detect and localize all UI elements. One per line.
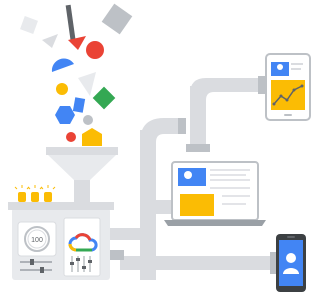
gray-bar-shape — [65, 4, 76, 42]
gray-triangle-shape — [42, 34, 58, 48]
machine-icon: 100 — [8, 185, 114, 280]
bulb-icons — [14, 185, 56, 202]
light-square-shape — [20, 16, 38, 34]
funnel-icon — [46, 147, 118, 202]
phone-device — [276, 234, 306, 292]
red-dot-shape — [66, 132, 76, 142]
gauge-reading: 100 — [31, 237, 43, 244]
blue-wedge-shape — [72, 97, 86, 113]
data-pipeline-illustration: 100 — [8, 3, 311, 292]
gray-dot-shape — [83, 115, 93, 125]
green-diamond-shape — [92, 86, 116, 110]
laptop-device — [164, 161, 266, 226]
gray-wedge-shape — [78, 72, 96, 96]
person-icon — [277, 64, 283, 70]
blue-semicircle-shape — [51, 58, 74, 72]
google-cloud-logo — [63, 217, 101, 277]
yellow-circle-shape — [56, 83, 68, 95]
gauge: 100 — [17, 221, 57, 257]
person-icon — [286, 253, 296, 263]
person-icon — [184, 171, 192, 179]
red-circle-shape — [86, 41, 104, 59]
falling-shapes — [20, 3, 133, 146]
yellow-house-shape — [82, 128, 102, 146]
tablet-device — [265, 53, 311, 121]
blue-hexagon-shape — [55, 106, 75, 124]
gray-square-shape — [101, 3, 133, 35]
